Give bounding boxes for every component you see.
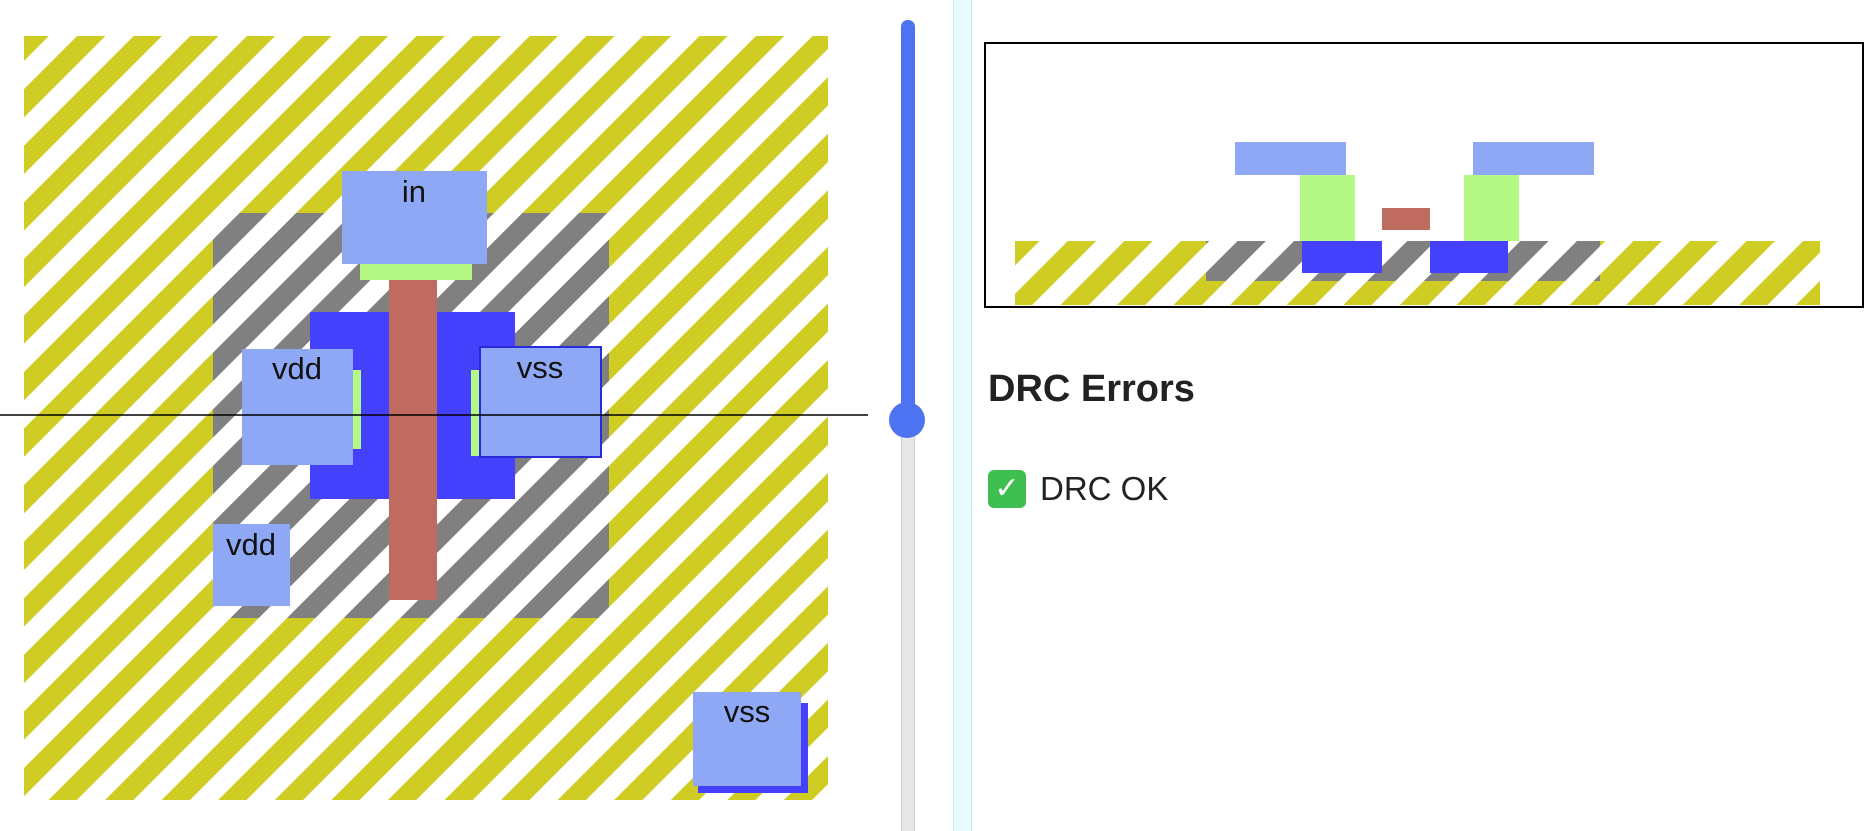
xsec-poly <box>1382 208 1430 230</box>
xsec-metal-right <box>1473 142 1594 175</box>
net-label-in: in <box>402 174 426 209</box>
xsec-contact-right <box>1464 175 1519 241</box>
xsec-metal-left <box>1235 142 1346 175</box>
layout-canvas[interactable]: in vdd vss vdd vss <box>0 0 880 831</box>
xsec-contact-left <box>1300 175 1355 241</box>
contact-in <box>360 264 472 280</box>
slider-thumb[interactable] <box>889 402 925 438</box>
poly-gate <box>389 270 437 600</box>
drc-status-text: DRC OK <box>1040 470 1169 507</box>
drc-errors-heading: DRC Errors <box>988 368 1195 410</box>
contact-right <box>471 370 480 456</box>
xsec-active-left <box>1302 241 1382 273</box>
net-label-vdd-lower: vdd <box>226 527 276 562</box>
xsec-active-right <box>1430 241 1508 273</box>
net-label-vss-corner: vss <box>724 694 771 729</box>
cross-section-view <box>984 42 1864 308</box>
check-mark-icon: ✓ <box>988 470 1026 508</box>
drc-status: ✓ DRC OK <box>988 470 1168 508</box>
slider-fill <box>901 20 915 418</box>
panel-resize-divider[interactable] <box>953 0 972 831</box>
xsec-diffusion <box>1206 241 1600 281</box>
net-label-vss-right: vss <box>517 350 564 385</box>
contact-left <box>352 370 361 449</box>
cut-position-slider[interactable] <box>889 20 925 831</box>
net-label-vdd-left: vdd <box>272 351 322 386</box>
